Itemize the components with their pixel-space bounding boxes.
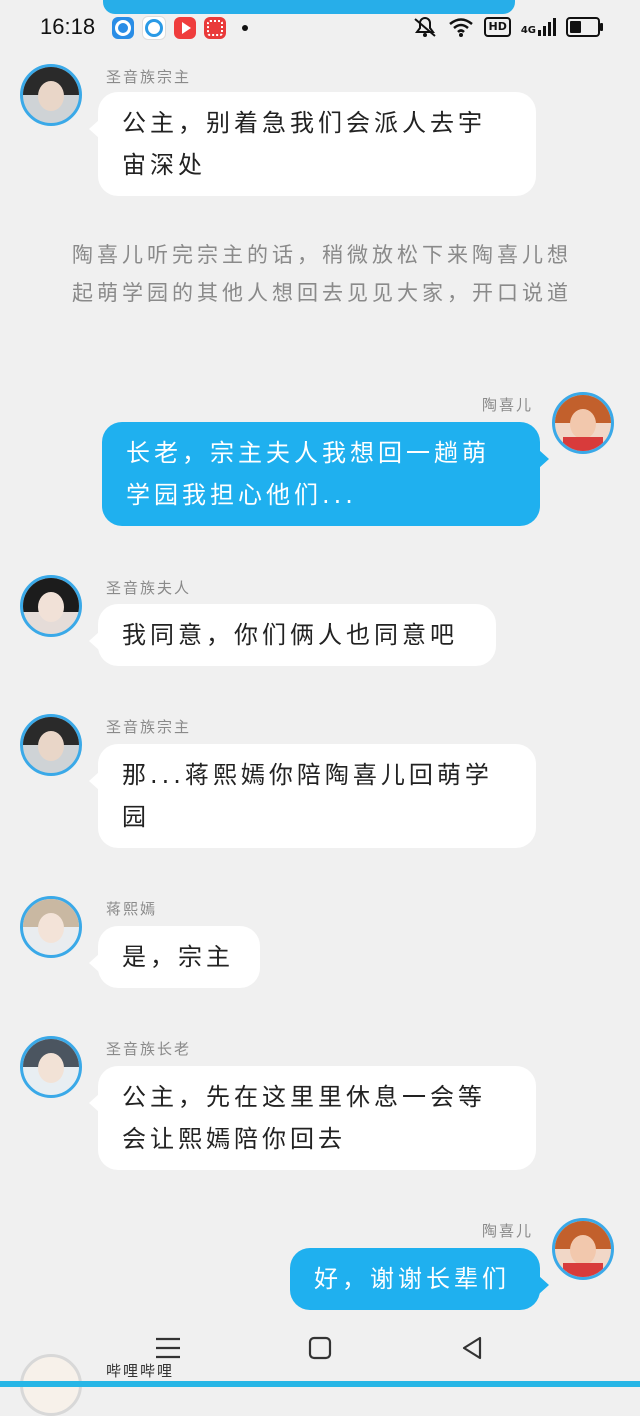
sender-name: 圣音族宗主 — [106, 68, 192, 86]
status-indicators: HD 4G — [412, 16, 603, 38]
video-app-icon — [174, 17, 196, 39]
message-bubble[interactable]: 是，宗主 — [89, 926, 260, 988]
avatar-zhanglao[interactable] — [20, 1036, 82, 1098]
wifi-icon — [449, 18, 474, 37]
message-bubble[interactable]: 公主，先在这里里休息一会等会让熙嫣陪你回去 — [89, 1066, 536, 1170]
browser-notification-icon — [142, 16, 166, 40]
avatar-zongzhu[interactable] — [20, 64, 82, 126]
message-bubble[interactable]: 我同意，你们俩人也同意吧 — [89, 604, 496, 666]
sender-name: 蒋熙嫣 — [106, 900, 158, 918]
status-bar: 16:18 HD 4G — [0, 0, 640, 56]
app-notification-icon — [112, 17, 134, 39]
message-bubble[interactable]: 好，谢谢长辈们 — [290, 1248, 549, 1310]
shopping-app-icon — [204, 17, 226, 39]
narration-text: 陶喜儿听完宗主的话，稍微放松下来陶喜儿想起萌学园的其他人想回去见见大家，开口说道 — [72, 243, 572, 305]
sender-name: 圣音族宗主 — [106, 718, 192, 736]
avatar-jiangxiyan[interactable] — [20, 896, 82, 958]
home-square-icon[interactable] — [308, 1336, 332, 1360]
sender-name: 圣音族夫人 — [106, 579, 192, 597]
status-time: 16:18 — [40, 14, 96, 39]
network-type-label: 4G — [520, 25, 536, 36]
menu-icon[interactable] — [154, 1336, 182, 1360]
system-nav-bar — [0, 1320, 640, 1387]
notification-app-icons — [112, 16, 248, 40]
back-triangle-icon[interactable] — [460, 1336, 484, 1360]
more-notifications-dot — [242, 25, 248, 31]
4g-signal-icon: 4G — [521, 18, 556, 36]
alarm-off-icon — [414, 17, 437, 37]
avatar-furen[interactable] — [20, 575, 82, 637]
notification-pill[interactable] — [103, 0, 515, 14]
battery-icon — [566, 17, 603, 37]
hd-icon: HD — [484, 17, 511, 37]
message-bubble[interactable]: 那...蒋熙嫣你陪陶喜儿回萌学园 — [89, 744, 536, 848]
message-bubble[interactable]: 公主，别着急我们会派人去宇宙深处 — [89, 92, 536, 196]
sender-name: 陶喜儿 — [482, 1222, 534, 1240]
avatar-taoxier[interactable] — [552, 1218, 614, 1280]
avatar-taoxier[interactable] — [552, 392, 614, 454]
sender-name: 陶喜儿 — [482, 396, 534, 414]
message-bubble[interactable]: 长老，宗主夫人我想回一趟萌学园我担心他们... — [102, 422, 549, 526]
avatar-zongzhu[interactable] — [20, 714, 82, 776]
sender-name: 圣音族长老 — [106, 1040, 192, 1058]
bottom-accent-bar — [0, 1381, 640, 1387]
